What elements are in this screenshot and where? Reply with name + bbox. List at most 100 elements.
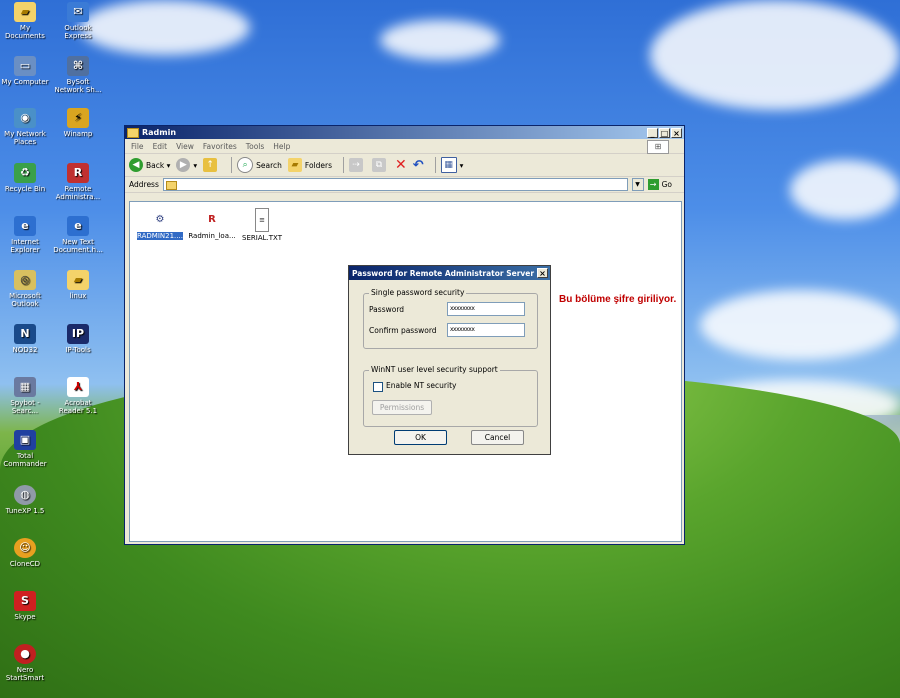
- folder-icon: [127, 127, 139, 138]
- text-file-icon: ≡: [255, 208, 269, 232]
- winamp-icon: ⚡: [67, 108, 89, 128]
- html-doc-icon: e: [67, 216, 89, 236]
- desktop-icon-spybot[interactable]: ▦ Spybot - Searc...: [0, 377, 50, 415]
- go-arrow-icon: →: [647, 179, 659, 190]
- copy-to-icon: ⧉: [372, 158, 387, 172]
- menu-view[interactable]: View: [176, 142, 194, 151]
- move-to-button[interactable]: ⇢: [349, 158, 366, 172]
- desktop-icon-recycle-bin[interactable]: ♻ Recycle Bin: [0, 163, 50, 193]
- address-input[interactable]: [162, 178, 628, 191]
- cancel-button[interactable]: Cancel: [471, 430, 524, 445]
- winnt-security-group: WinNT user level security support Enable…: [363, 365, 538, 427]
- menu-edit[interactable]: Edit: [153, 142, 168, 151]
- desktop-icon-bysoft[interactable]: ⌘ BySoft Network Sh...: [53, 56, 103, 94]
- views-button[interactable]: ▦ ▾: [440, 157, 463, 173]
- password-input[interactable]: xxxxxxxx: [447, 302, 525, 316]
- desktop-icon-nero[interactable]: ● Nero StartSmart: [0, 644, 50, 682]
- ip-tools-icon: IP: [67, 324, 89, 344]
- enable-nt-security-label: Enable NT security: [386, 381, 457, 390]
- file-name: Radmin_loa...: [188, 232, 236, 240]
- radmin-icon: R: [67, 163, 89, 183]
- menu-help[interactable]: Help: [273, 142, 290, 151]
- search-button[interactable]: ⌕ Search: [237, 157, 282, 173]
- file-name: SERIAL.TXT: [242, 234, 282, 242]
- back-arrow-icon: ◀: [129, 158, 143, 172]
- desktop-icon-my-computer[interactable]: ▭ My Computer: [0, 56, 50, 86]
- address-dropdown-button[interactable]: ▼: [631, 178, 644, 191]
- dialog-titlebar[interactable]: Password for Remote Administrator Server…: [349, 266, 550, 280]
- outlook-icon: ◎: [14, 270, 36, 290]
- dialog-close-button[interactable]: ×: [537, 268, 548, 278]
- desktop-icon-my-documents[interactable]: ▰ My Documents: [0, 2, 50, 40]
- folder-icon: ▰: [67, 270, 89, 290]
- desktop-icon-remote-admin[interactable]: R Remote Administra...: [53, 163, 103, 201]
- copy-to-button[interactable]: ⧉: [372, 158, 389, 172]
- search-icon: ⌕: [237, 157, 254, 173]
- up-button[interactable]: ↑: [203, 158, 220, 172]
- desktop-icon-total-commander[interactable]: ▣ Total Commander: [0, 430, 50, 468]
- dialog-title: Password for Remote Administrator Server: [352, 268, 535, 278]
- ie-icon: e: [14, 216, 36, 236]
- desktop-icon-new-text[interactable]: e New Text Document.h...: [53, 216, 103, 254]
- mail-icon: ✉: [67, 2, 89, 22]
- desktop-icon-acrobat[interactable]: ⅄ Acrobat Reader 5.1: [53, 377, 103, 415]
- confirm-password-label: Confirm password: [369, 326, 437, 335]
- annotation-text: Bu bölüme şifre giriliyor.: [559, 294, 677, 305]
- toolbar: ◀ Back ▾ ▶ ▾ ↑ ⌕ Search ▰ Folders ⇢ ⧉ ✕ ↶ ▦ ▾: [125, 154, 684, 177]
- desktop-icon-ip-tools[interactable]: IP IP-Tools: [53, 324, 103, 354]
- clonecd-icon: ☺: [14, 538, 36, 558]
- single-password-group: Single password security Password xxxxxx…: [363, 288, 538, 349]
- folders-button[interactable]: ▰ Folders: [287, 158, 332, 172]
- desktop-icon-outlook[interactable]: ◎ Microsoft Outlook: [0, 270, 50, 308]
- file-item[interactable]: ≡ SERIAL.TXT: [234, 208, 290, 242]
- password-label: Password: [369, 305, 405, 314]
- enable-nt-security-checkbox[interactable]: [373, 382, 383, 392]
- desktop-icon-linux[interactable]: ▰ linux: [53, 270, 103, 300]
- file-name: RADMIN21....: [137, 232, 183, 240]
- folder-icon: [165, 181, 177, 190]
- skype-icon: S: [14, 591, 36, 611]
- network-places-icon: ◉: [14, 108, 36, 128]
- minimize-button[interactable]: _: [647, 127, 658, 138]
- move-to-icon: ⇢: [349, 158, 364, 172]
- menu-tools[interactable]: Tools: [246, 142, 264, 151]
- desktop-icon-nod32[interactable]: N NOD32: [0, 324, 50, 354]
- folders-icon: ▰: [287, 158, 302, 172]
- window-title: Radmin: [142, 128, 177, 137]
- desktop-icon-skype[interactable]: S Skype: [0, 591, 50, 621]
- maximize-button[interactable]: □: [659, 127, 670, 138]
- desktop-icon-clonecd[interactable]: ☺ CloneCD: [0, 538, 50, 568]
- ok-button[interactable]: OK: [394, 430, 447, 445]
- folder-icon: ▰: [14, 2, 36, 22]
- desktop-icon-outlook-express[interactable]: ✉ Outlook Express: [53, 2, 103, 40]
- close-button[interactable]: ×: [671, 127, 682, 138]
- menu-favorites[interactable]: Favorites: [203, 142, 237, 151]
- file-item[interactable]: R Radmin_loa...: [184, 208, 240, 241]
- group-legend: WinNT user level security support: [369, 365, 500, 374]
- desktop-icon-my-network[interactable]: ◉ My Network Places: [0, 108, 50, 146]
- floppy-icon: ▣: [14, 430, 36, 450]
- nod32-icon: N: [14, 324, 36, 344]
- go-button[interactable]: → Go: [647, 179, 672, 190]
- back-button[interactable]: ◀ Back ▾: [129, 158, 170, 172]
- up-folder-icon: ↑: [203, 158, 218, 172]
- delete-x-icon: ✕: [395, 157, 407, 173]
- acrobat-icon: ⅄: [67, 377, 89, 397]
- group-legend: Single password security: [369, 288, 467, 297]
- spybot-icon: ▦: [14, 377, 36, 397]
- confirm-password-input[interactable]: xxxxxxxx: [447, 323, 525, 337]
- explorer-titlebar[interactable]: Radmin _ □ ×: [125, 126, 684, 139]
- nero-icon: ●: [14, 644, 36, 664]
- delete-button[interactable]: ✕: [395, 157, 407, 173]
- computer-icon: ▭: [14, 56, 36, 76]
- file-item[interactable]: ⚙ RADMIN21....: [132, 208, 188, 240]
- menu-file[interactable]: File: [131, 142, 144, 151]
- address-bar: Address ▼ → Go: [125, 177, 684, 193]
- desktop-icon-tunexp[interactable]: ◍ TuneXP 1.5: [0, 485, 50, 515]
- permissions-button[interactable]: Permissions: [372, 400, 432, 415]
- desktop-icon-internet-explorer[interactable]: e Internet Explorer: [0, 216, 50, 254]
- undo-button[interactable]: ↶: [413, 158, 424, 173]
- forward-button[interactable]: ▶ ▾: [176, 158, 197, 172]
- radmin-icon: R: [208, 213, 216, 225]
- desktop-icon-winamp[interactable]: ⚡ Winamp: [53, 108, 103, 138]
